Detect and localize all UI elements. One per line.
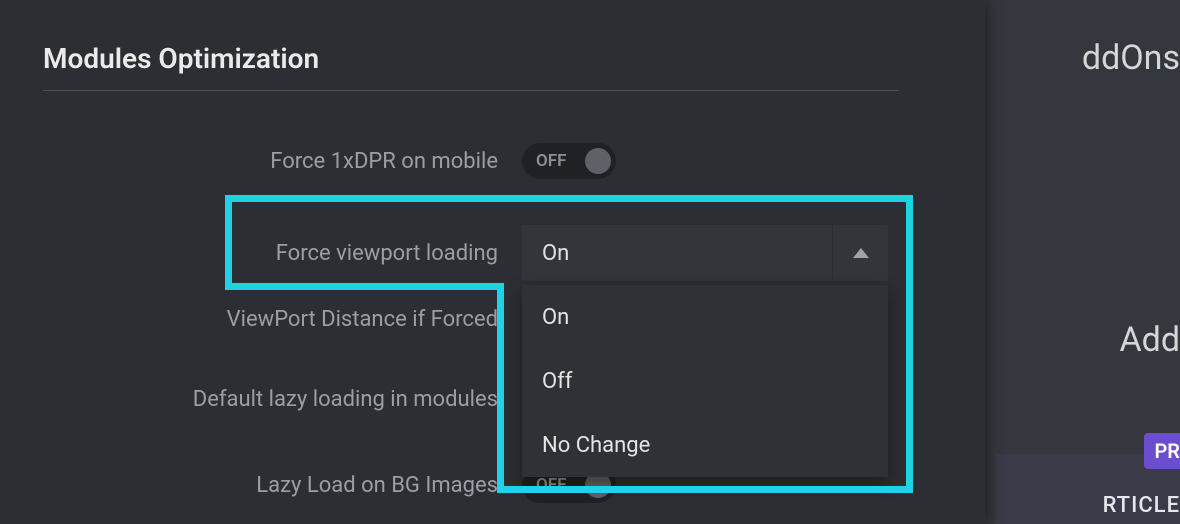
section-title: Modules Optimization	[43, 42, 319, 75]
label-lazy-bg: Lazy Load on BG Images	[43, 473, 498, 498]
select-force-viewport-wrap: On On Off No Change	[522, 225, 888, 281]
highlight-box-join	[225, 283, 504, 290]
row-force-dpr: Force 1xDPR on mobile OFF	[43, 143, 943, 179]
bg-add-text: Add	[1119, 320, 1180, 360]
toggle-force-dpr-state: OFF	[536, 151, 566, 171]
toggle-force-dpr[interactable]: OFF	[522, 143, 616, 179]
option-on[interactable]: On	[522, 285, 888, 349]
bg-addons-text: ddOns	[1082, 38, 1180, 78]
select-force-viewport-button[interactable]	[832, 225, 888, 281]
label-default-lazy: Default lazy loading in modules	[43, 387, 498, 412]
section-divider	[43, 90, 899, 91]
label-viewport-distance: ViewPort Distance if Forced	[43, 307, 498, 332]
bg-pro-badge: PR	[1144, 433, 1180, 469]
settings-panel: Modules Optimization Force 1xDPR on mobi…	[0, 0, 985, 524]
background-panel: ddOns Add PR RTICLE	[980, 0, 1180, 524]
select-force-viewport-value: On	[522, 241, 832, 266]
label-force-viewport: Force viewport loading	[43, 241, 498, 266]
chevron-up-icon	[853, 248, 869, 258]
bg-card-text: RTICLE	[1103, 493, 1180, 518]
dropdown-force-viewport: On Off No Change	[522, 285, 888, 477]
toggle-knob	[585, 148, 611, 174]
option-off[interactable]: Off	[522, 349, 888, 413]
label-force-dpr: Force 1xDPR on mobile	[43, 149, 498, 174]
toggle-lazy-bg-state: OFF	[536, 475, 566, 495]
select-force-viewport[interactable]: On	[522, 225, 888, 281]
row-force-viewport: Force viewport loading On On Off No Chan…	[43, 225, 943, 281]
option-no-change[interactable]: No Change	[522, 413, 888, 477]
